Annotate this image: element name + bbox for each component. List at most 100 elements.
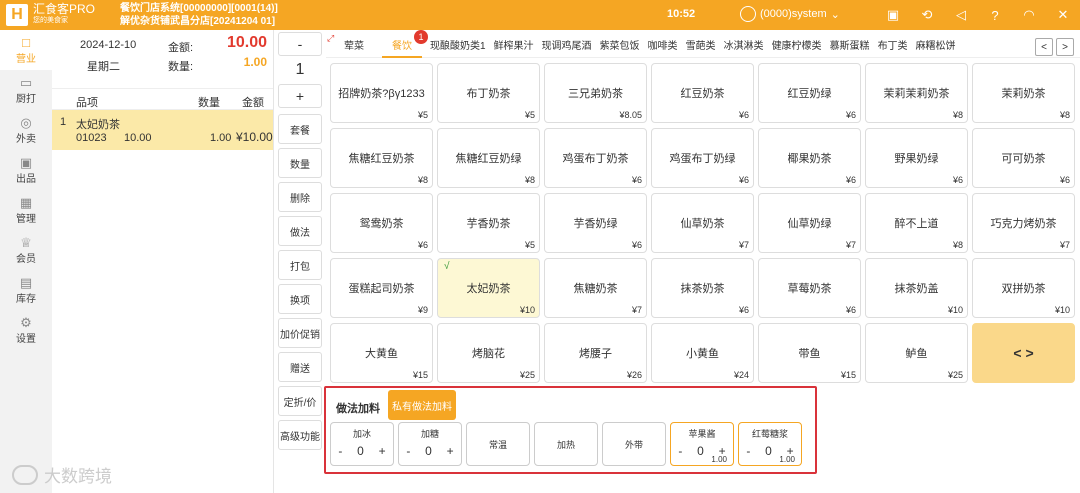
chevron-left-icon[interactable]: < <box>1035 38 1053 56</box>
pack-button[interactable]: 打包 <box>278 250 322 280</box>
tab-lemon[interactable]: 健康柠檬类 <box>768 36 826 58</box>
tab-mochi[interactable]: 麻糬松饼 <box>912 36 960 58</box>
tab-sorbet[interactable]: 雪葩类 <box>682 36 720 58</box>
tab-pudding[interactable]: 布丁类 <box>874 36 912 58</box>
advanced-button[interactable]: 高级功能 <box>278 420 322 450</box>
addon-plus-button[interactable]: + <box>379 444 386 458</box>
sync-icon[interactable]: ⟲ <box>918 6 936 24</box>
tab-coffee[interactable]: 咖啡类 <box>644 36 682 58</box>
sidebar-item-manage[interactable]: ▦ 管理 <box>0 190 52 230</box>
user-name: (0000)system <box>760 8 827 20</box>
product-tile[interactable]: 大黄鱼 ¥15 <box>330 323 433 383</box>
product-tile[interactable]: 布丁奶茶 ¥5 <box>437 63 540 123</box>
page-nav-button[interactable]: < > <box>972 323 1075 383</box>
product-tile[interactable]: 鸡蛋布丁奶茶 ¥6 <box>544 128 647 188</box>
wifi-icon[interactable]: ◠ <box>1020 6 1038 24</box>
product-tile[interactable]: 蛋糕起司奶茶 ¥9 <box>330 258 433 318</box>
addon-minus-button[interactable]: - <box>746 444 750 458</box>
addon-ice[interactable]: 加冰 -0 + <box>330 422 394 466</box>
addon-sugar[interactable]: 加糖 -0 + <box>398 422 462 466</box>
tab-juice[interactable]: 鲜榨果汁 <box>490 36 538 58</box>
row-name: 太妃奶茶 <box>76 119 120 131</box>
output-icon: ▣ <box>19 154 33 170</box>
tab-yogurt[interactable]: 现酿酸奶类1 <box>426 36 490 58</box>
order-panel: 2024-12-10 星期二 金额: 数量: 10.00 1.00 品项 数量 … <box>52 30 274 493</box>
product-tile[interactable]: 焦糖红豆奶绿 ¥8 <box>437 128 540 188</box>
tab-icecream[interactable]: 冰淇淋类 <box>720 36 768 58</box>
product-tile[interactable]: 鸡蛋布丁奶绿 ¥6 <box>651 128 754 188</box>
price-promo-button[interactable]: 加价促销 <box>278 318 322 348</box>
volume-icon[interactable]: ◁ <box>952 6 970 24</box>
tab-kimbap[interactable]: 紫菜包饭 <box>596 36 644 58</box>
product-tile[interactable]: 仙草奶茶 ¥7 <box>651 193 754 253</box>
product-tile[interactable]: 芋香奶绿 ¥6 <box>544 193 647 253</box>
swap-button[interactable]: 换项 <box>278 284 322 314</box>
product-tile[interactable]: 招牌奶茶?βγ1233 ¥5 <box>330 63 433 123</box>
product-tile[interactable]: 草莓奶茶 ¥6 <box>758 258 861 318</box>
order-row[interactable]: 1 太妃奶茶 01023 10.00 1.00 ¥10.00 <box>52 110 273 150</box>
tab-mousse[interactable]: 慕斯蛋糕 <box>826 36 874 58</box>
clock: 10:52 <box>667 8 696 20</box>
sidebar-item-member[interactable]: ♕ 会员 <box>0 230 52 270</box>
addon-takeaway[interactable]: 外带 <box>602 422 666 466</box>
product-tile[interactable]: 带鱼 ¥15 <box>758 323 861 383</box>
logo-mark: H <box>6 4 28 26</box>
product-tile[interactable]: 芋香奶茶 ¥5 <box>437 193 540 253</box>
chevron-right-icon[interactable]: > <box>1056 38 1074 56</box>
sidebar-item-business[interactable]: □ 营业 <box>0 30 52 70</box>
product-tile[interactable]: 双拼奶茶 ¥10 <box>972 258 1075 318</box>
addon-minus-button[interactable]: - <box>338 444 342 458</box>
product-tile[interactable]: 红豆奶绿 ¥6 <box>758 63 861 123</box>
product-tile[interactable]: 抹茶奶盖 ¥10 <box>865 258 968 318</box>
quantity-button[interactable]: 数量 <box>278 148 322 178</box>
product-tile-selected[interactable]: √ 太妃奶茶 ¥10 <box>437 258 540 318</box>
product-tile[interactable]: 可可奶茶 ¥6 <box>972 128 1075 188</box>
product-tile[interactable]: 野果奶绿 ¥6 <box>865 128 968 188</box>
sidebar-item-takeout[interactable]: ◎ 外卖 <box>0 110 52 150</box>
private-addon-tab[interactable]: 私有做法加料 <box>388 390 456 420</box>
delete-button[interactable]: 删除 <box>278 182 322 212</box>
product-tile[interactable]: 烤脑花 ¥25 <box>437 323 540 383</box>
product-tile[interactable]: 茉莉奶茶 ¥8 <box>972 63 1075 123</box>
sidebar-item-kitchen-print[interactable]: ▭ 厨打 <box>0 70 52 110</box>
sidebar-item-settings[interactable]: ⚙ 设置 <box>0 310 52 350</box>
qty-minus-button[interactable]: - <box>278 32 322 56</box>
product-tile[interactable]: 茉莉茉莉奶茶 ¥8 <box>865 63 968 123</box>
combo-button[interactable]: 套餐 <box>278 114 322 144</box>
product-tile[interactable]: 烤腰子 ¥26 <box>544 323 647 383</box>
addon-apple-jam[interactable]: 苹果酱 -0 + 1.00 <box>670 422 734 466</box>
addon-berry-syrup[interactable]: 红莓糖浆 -0 + 1.00 <box>738 422 802 466</box>
addon-room-temp[interactable]: 常温 <box>466 422 530 466</box>
qty-plus-button[interactable]: + <box>278 84 322 108</box>
addon-plus-button[interactable]: + <box>447 444 454 458</box>
help-icon[interactable]: ? <box>986 6 1004 24</box>
product-tile[interactable]: 椰果奶茶 ¥6 <box>758 128 861 188</box>
discount-button[interactable]: 定折/价 <box>278 386 322 416</box>
order-weekday: 星期二 <box>87 61 120 73</box>
product-tile[interactable]: 鸳鸯奶茶 ¥6 <box>330 193 433 253</box>
product-tile[interactable]: 仙草奶绿 ¥7 <box>758 193 861 253</box>
addon-minus-button[interactable]: - <box>406 444 410 458</box>
sidebar-item-inventory[interactable]: ▤ 库存 <box>0 270 52 310</box>
tab-cocktail[interactable]: 现调鸡尾酒 <box>538 36 596 58</box>
addon-heat[interactable]: 加热 <box>534 422 598 466</box>
camera-icon[interactable]: ▣ <box>884 6 902 24</box>
product-tile[interactable]: 鲈鱼 ¥25 <box>865 323 968 383</box>
method-button[interactable]: 做法 <box>278 216 322 246</box>
close-icon[interactable]: ✕ <box>1054 6 1072 24</box>
addon-minus-button[interactable]: - <box>678 444 682 458</box>
sidebar-item-output[interactable]: ▣ 出品 <box>0 150 52 190</box>
product-tile[interactable]: 小黄鱼 ¥24 <box>651 323 754 383</box>
user-menu[interactable]: (0000)system ⌄ <box>740 6 840 22</box>
product-tile[interactable]: 醉不上道 ¥8 <box>865 193 968 253</box>
tab-meat[interactable]: 荤菜 <box>340 36 368 58</box>
product-tile[interactable]: 抹茶奶茶 ¥6 <box>651 258 754 318</box>
product-tile[interactable]: 焦糖红豆奶茶 ¥8 <box>330 128 433 188</box>
product-tile[interactable]: 红豆奶茶 ¥6 <box>651 63 754 123</box>
product-tile[interactable]: 焦糖奶茶 ¥7 <box>544 258 647 318</box>
product-tile[interactable]: 三兄弟奶茶 ¥8.05 <box>544 63 647 123</box>
gift-button[interactable]: 赠送 <box>278 352 322 382</box>
product-tile[interactable]: 巧克力烤奶茶 ¥7 <box>972 193 1075 253</box>
addon-title: 做法加料 <box>336 403 380 415</box>
tab-catering[interactable]: 餐饮 1 <box>382 29 428 58</box>
